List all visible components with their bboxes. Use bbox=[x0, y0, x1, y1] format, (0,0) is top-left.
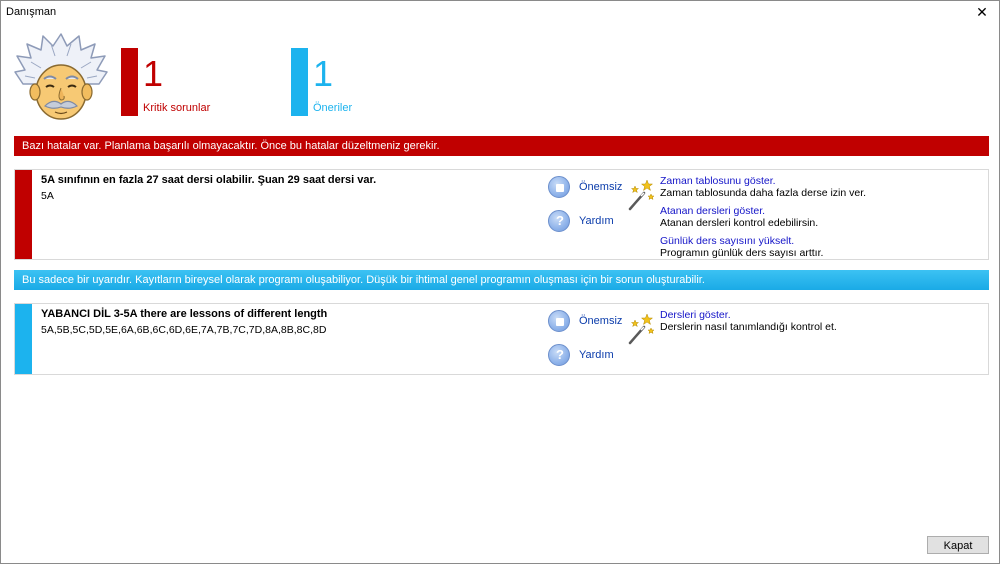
suggestion-desc: Atanan dersleri kontrol edebilirsin. bbox=[660, 217, 819, 229]
error-stripe bbox=[15, 170, 32, 259]
issue-subtitle: 5A bbox=[41, 190, 54, 202]
ignore-label: Önemsiz bbox=[579, 181, 623, 193]
window-title: Danışman bbox=[6, 6, 57, 18]
advisor-avatar-icon bbox=[14, 33, 108, 120]
suggestion-item: Zaman tablosunu göster. Zaman tablosunda… bbox=[660, 175, 866, 199]
help-label: Yardım bbox=[579, 215, 614, 227]
close-button[interactable]: Kapat bbox=[927, 536, 989, 554]
stop-icon bbox=[548, 176, 570, 198]
warning-banner: Bu sadece bir uyarıdır. Kayıtların birey… bbox=[14, 270, 989, 290]
issue-subtitle: 5A,5B,5C,5D,5E,6A,6B,6C,6D,6E,7A,7B,7C,7… bbox=[41, 324, 327, 336]
magic-wand-icon bbox=[628, 179, 655, 211]
critical-bar bbox=[121, 48, 138, 116]
stop-icon bbox=[548, 310, 570, 332]
show-assigned-lessons-link[interactable]: Atanan dersleri göster. bbox=[660, 205, 818, 217]
advisor-window: Danışman ✕ 1 Kritik sorunlar 1 Öneriler bbox=[0, 0, 1000, 564]
critical-label: Kritik sorunlar bbox=[143, 102, 211, 114]
issue-title: YABANCI DİL 3-5A there are lessons of di… bbox=[41, 308, 328, 320]
suggestion-item: Atanan dersleri göster. Atanan dersleri … bbox=[660, 205, 818, 229]
help-icon: ? bbox=[548, 344, 570, 366]
suggestions-bar bbox=[291, 48, 308, 116]
suggestions-count: 1 bbox=[313, 53, 334, 94]
magic-wand-icon bbox=[628, 313, 655, 345]
suggestion-desc: Zaman tablosunda daha fazla derse izin v… bbox=[660, 187, 867, 199]
ignore-label: Önemsiz bbox=[579, 315, 623, 327]
error-banner: Bazı hatalar var. Planlama başarılı olma… bbox=[14, 136, 989, 156]
show-lessons-link[interactable]: Dersleri göster. bbox=[660, 309, 837, 321]
error-issue-card: 5A sınıfının en fazla 27 saat dersi olab… bbox=[14, 169, 989, 260]
increase-daily-lessons-link[interactable]: Günlük ders sayısını yükselt. bbox=[660, 235, 823, 247]
suggestion-item: Dersleri göster. Derslerin nasıl tanımla… bbox=[660, 309, 837, 333]
suggestion-desc: Derslerin nasıl tanımlandığı kontrol et. bbox=[660, 321, 837, 333]
warning-stripe bbox=[15, 304, 32, 374]
suggestion-item: Günlük ders sayısını yükselt. Programın … bbox=[660, 235, 823, 259]
help-label: Yardım bbox=[579, 349, 614, 361]
suggestion-desc: Programın günlük ders sayısı arttır. bbox=[660, 247, 824, 259]
issue-title: 5A sınıfının en fazla 27 saat dersi olab… bbox=[41, 174, 377, 186]
show-timetable-link[interactable]: Zaman tablosunu göster. bbox=[660, 175, 866, 187]
close-icon[interactable]: ✕ bbox=[965, 1, 999, 23]
suggestions-label: Öneriler bbox=[313, 102, 353, 114]
help-icon: ? bbox=[548, 210, 570, 232]
warning-issue-card: YABANCI DİL 3-5A there are lessons of di… bbox=[14, 303, 989, 375]
critical-count: 1 bbox=[143, 53, 164, 94]
title-bar: Danışman ✕ bbox=[1, 1, 999, 23]
